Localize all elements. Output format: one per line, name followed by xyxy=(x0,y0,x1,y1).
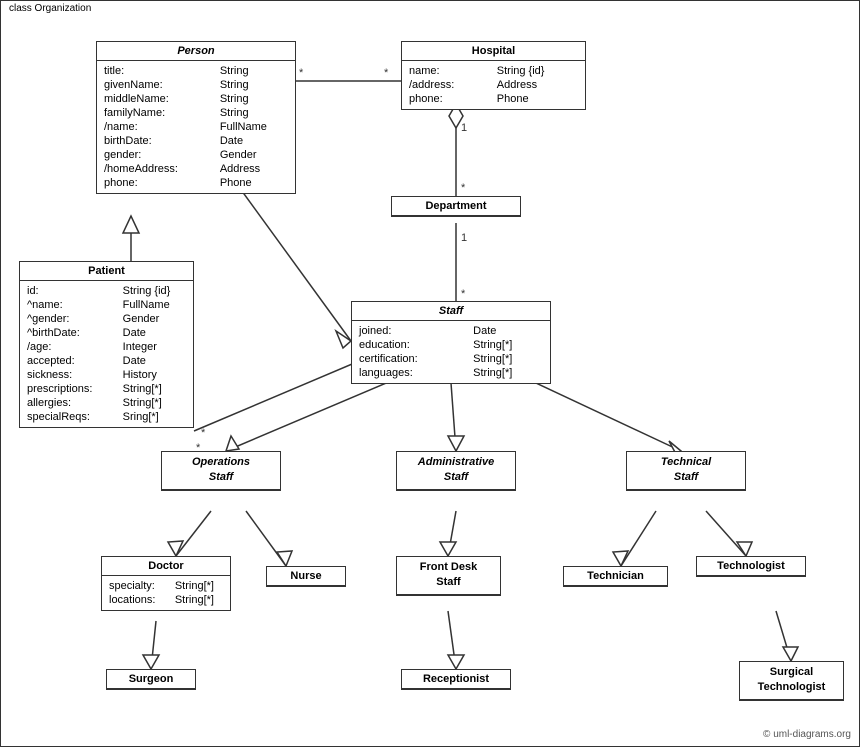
svg-text:1: 1 xyxy=(461,232,467,244)
class-person-title: Person xyxy=(97,42,295,61)
class-staff-title: Staff xyxy=(352,302,550,321)
class-technician: Technician xyxy=(563,566,668,587)
class-administrative-staff-title: AdministrativeStaff xyxy=(397,452,515,490)
class-patient-title: Patient xyxy=(20,262,193,281)
svg-text:*: * xyxy=(384,67,389,79)
class-operations-staff-title: OperationsStaff xyxy=(162,452,280,490)
class-receptionist-title: Receptionist xyxy=(402,670,510,689)
class-hospital: Hospital name:String {id} /address:Addre… xyxy=(401,41,586,110)
class-nurse: Nurse xyxy=(266,566,346,587)
class-front-desk-staff: Front DeskStaff xyxy=(396,556,501,596)
class-surgical-technologist: SurgicalTechnologist xyxy=(739,661,844,701)
class-front-desk-staff-title: Front DeskStaff xyxy=(397,557,500,595)
class-hospital-attrs: name:String {id} /address:Address phone:… xyxy=(402,61,585,109)
class-technologist: Technologist xyxy=(696,556,806,577)
class-operations-staff: OperationsStaff xyxy=(161,451,281,491)
class-technician-title: Technician xyxy=(564,567,667,586)
diagram-title: class Organization xyxy=(5,3,95,14)
class-department: Department xyxy=(391,196,521,217)
class-surgeon: Surgeon xyxy=(106,669,196,690)
class-administrative-staff: AdministrativeStaff xyxy=(396,451,516,491)
class-person: Person title:String givenName:String mid… xyxy=(96,41,296,194)
class-hospital-title: Hospital xyxy=(402,42,585,61)
class-staff: Staff joined:Date education:String[*] ce… xyxy=(351,301,551,384)
class-technologist-title: Technologist xyxy=(697,557,805,576)
svg-text:*: * xyxy=(201,427,206,439)
class-patient-attrs: id:String {id} ^name:FullName ^gender:Ge… xyxy=(20,281,193,427)
class-surgeon-title: Surgeon xyxy=(107,670,195,689)
class-person-attrs: title:String givenName:String middleName… xyxy=(97,61,295,193)
class-staff-attrs: joined:Date education:String[*] certific… xyxy=(352,321,550,383)
svg-text:*: * xyxy=(461,182,466,194)
class-department-title: Department xyxy=(392,197,520,216)
class-patient: Patient id:String {id} ^name:FullName ^g… xyxy=(19,261,194,428)
svg-text:*: * xyxy=(461,288,466,300)
class-doctor: Doctor specialty:String[*] locations:Str… xyxy=(101,556,231,611)
svg-text:1: 1 xyxy=(461,122,467,134)
class-technical-staff: TechnicalStaff xyxy=(626,451,746,491)
class-surgical-technologist-title: SurgicalTechnologist xyxy=(740,662,843,700)
svg-text:*: * xyxy=(299,67,304,79)
diagram-container: class Organization * * 1 * 1 * * * xyxy=(0,0,860,747)
copyright: © uml-diagrams.org xyxy=(763,729,851,740)
class-technical-staff-title: TechnicalStaff xyxy=(627,452,745,490)
class-nurse-title: Nurse xyxy=(267,567,345,586)
class-doctor-attrs: specialty:String[*] locations:String[*] xyxy=(102,576,230,610)
class-receptionist: Receptionist xyxy=(401,669,511,690)
class-doctor-title: Doctor xyxy=(102,557,230,576)
